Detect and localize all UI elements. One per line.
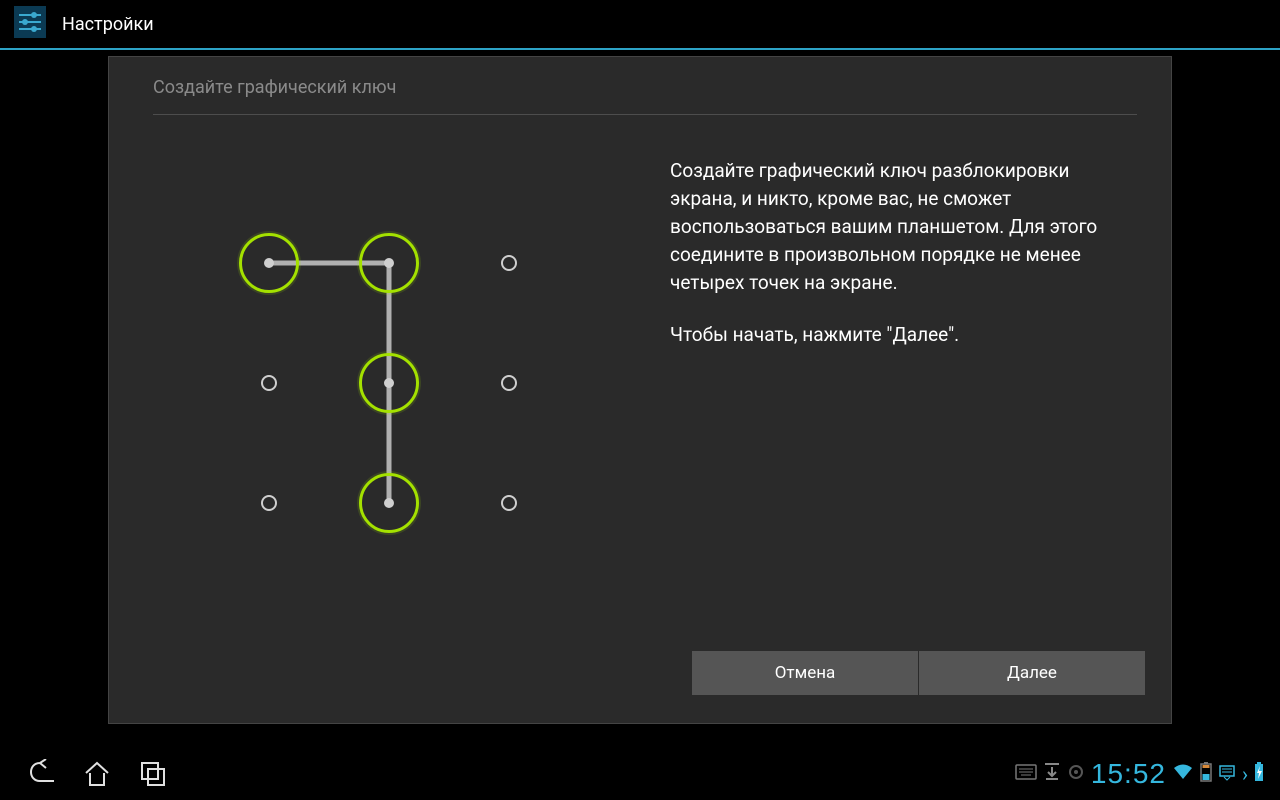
system-nav-bar: 15:52 ›: [0, 748, 1280, 800]
clock[interactable]: 15:52: [1091, 758, 1166, 790]
recent-apps-button[interactable]: [128, 754, 178, 794]
pattern-node-4[interactable]: [261, 375, 277, 391]
pattern-node-8[interactable]: [359, 473, 419, 533]
pattern-node-5[interactable]: [359, 353, 419, 413]
pattern-node-6[interactable]: [501, 375, 517, 391]
panel-heading: Создайте графический ключ: [153, 77, 1137, 114]
download-icon[interactable]: [1043, 762, 1061, 786]
home-button[interactable]: [72, 754, 122, 794]
instruction-paragraph-1: Создайте графический ключ разблокировки …: [670, 157, 1131, 297]
pattern-node-2[interactable]: [359, 233, 419, 293]
settings-panel: Создайте графический ключ: [108, 56, 1172, 724]
wifi-icon: [1172, 762, 1194, 786]
instruction-area: Создайте графический ключ разблокировки …: [640, 127, 1171, 723]
keyboard-icon[interactable]: [1015, 764, 1037, 784]
action-bar: Настройки: [0, 0, 1280, 48]
action-bar-divider: [0, 48, 1280, 50]
panel-divider: [153, 114, 1137, 115]
battery-icon: [1200, 762, 1212, 786]
pattern-node-1[interactable]: [239, 233, 299, 293]
button-row: Отмена Далее: [692, 651, 1145, 695]
pattern-node-9[interactable]: [501, 495, 517, 511]
pattern-node-7[interactable]: [261, 495, 277, 511]
gps-icon: [1067, 763, 1085, 785]
charging-icon: [1254, 762, 1264, 786]
pattern-node-3[interactable]: [501, 255, 517, 271]
settings-icon: [12, 4, 48, 44]
next-button[interactable]: Далее: [919, 651, 1145, 695]
instruction-paragraph-2: Чтобы начать, нажмите "Далее".: [670, 321, 1131, 349]
expand-status-icon[interactable]: [1218, 763, 1236, 785]
action-bar-title: Настройки: [62, 14, 154, 35]
cancel-button[interactable]: Отмена: [692, 651, 918, 695]
back-button[interactable]: [16, 754, 66, 794]
pattern-lock-grid[interactable]: [239, 233, 539, 533]
chevron-right-icon: ›: [1242, 762, 1248, 786]
